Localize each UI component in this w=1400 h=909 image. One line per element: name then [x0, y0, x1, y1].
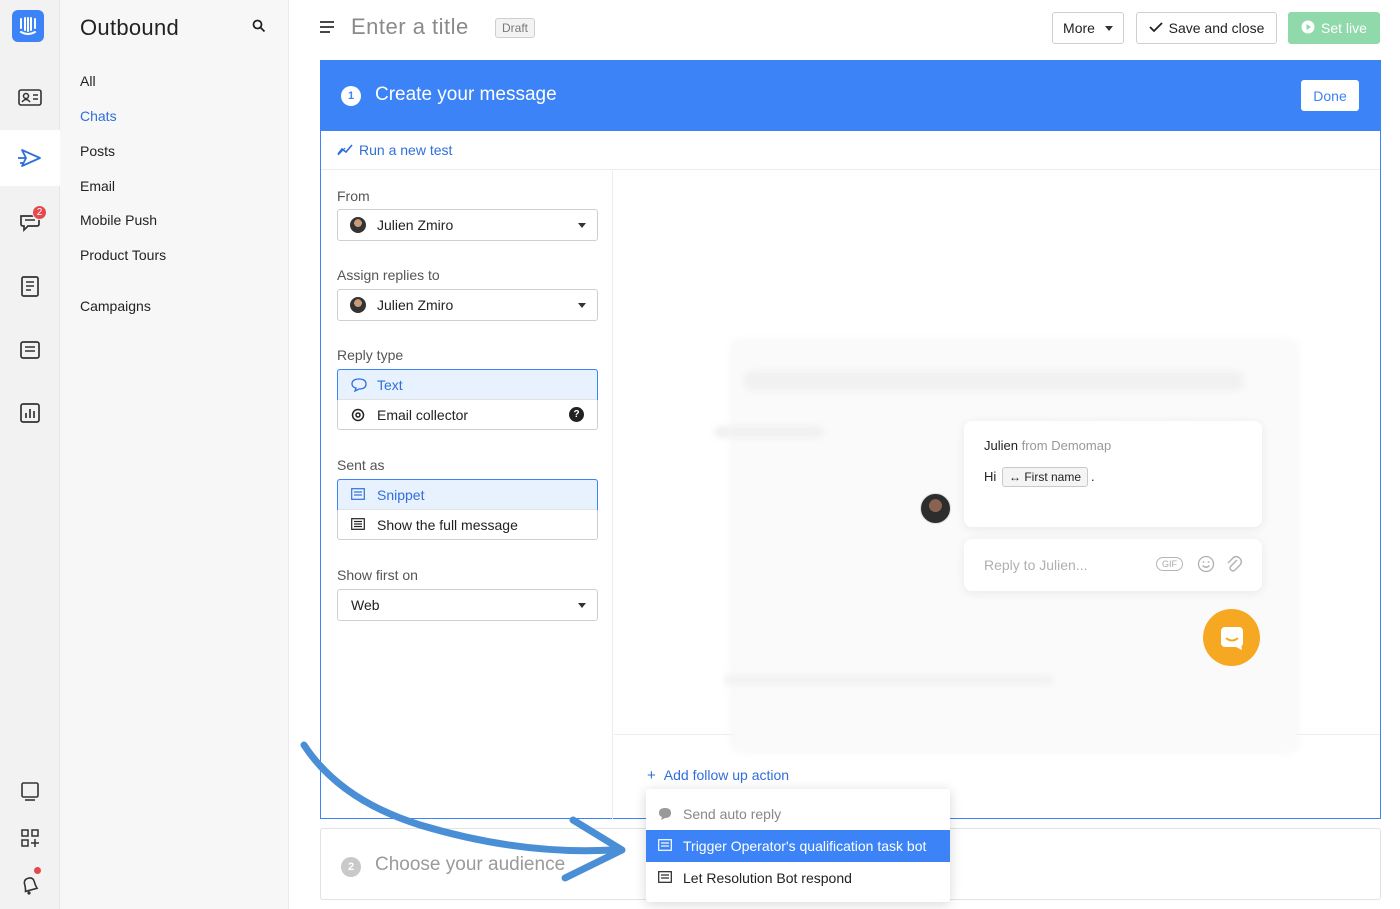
contacts-icon[interactable] [0, 69, 60, 125]
editor-header: Enter a title Draft More Save and close … [290, 0, 1400, 55]
avatar [350, 217, 366, 233]
reply-type-email[interactable]: Email collector ? [338, 399, 597, 429]
nav-email[interactable]: Email [80, 178, 115, 194]
outbound-nav: Outbound All Chats Posts Email Mobile Pu… [60, 0, 289, 909]
chevron-down-icon [1104, 25, 1113, 31]
reply-type-group: Text Email collector ? [337, 369, 598, 430]
card-header: 1 Create your message Done [321, 61, 1380, 131]
nav-campaigns[interactable]: Campaigns [80, 298, 151, 314]
caret-down-icon [578, 603, 586, 608]
step-number: 2 [341, 857, 361, 877]
search-icon[interactable] [252, 19, 266, 36]
sent-as-label: Sent as [337, 457, 385, 473]
bot-task-icon [658, 839, 672, 851]
reply-type-text[interactable]: Text [337, 369, 598, 400]
card-title: Create your message [375, 84, 557, 105]
nav-all[interactable]: All [80, 73, 96, 89]
avatar [920, 493, 951, 524]
reply-composer: Reply to Julien... GIF [964, 539, 1262, 591]
sender-line: Julien from Demomap [984, 438, 1112, 453]
chat-message-card: Julien from Demomap Hi ↔ First name . [964, 421, 1262, 527]
notification-dot [34, 867, 41, 874]
greeting: Hi [984, 469, 997, 484]
speech-bubble-icon [351, 378, 367, 392]
attribute-icon: ↔ [1009, 470, 1021, 484]
title-input[interactable]: Enter a title [351, 14, 469, 40]
message-punctuation: . [1091, 469, 1095, 484]
from-select[interactable]: Julien Zmiro [337, 209, 598, 241]
emoji-icon[interactable] [1197, 555, 1215, 576]
snippet-icon [351, 488, 365, 500]
nav-chats[interactable]: Chats [80, 108, 117, 124]
caret-down-icon [578, 223, 586, 228]
save-close-label: Save and close [1168, 20, 1265, 36]
menu-icon[interactable] [320, 20, 334, 36]
resolution-bot-icon [658, 871, 672, 883]
play-icon [1301, 20, 1315, 37]
reply-input[interactable]: Reply to Julien... [984, 557, 1088, 573]
check-icon [1148, 20, 1163, 36]
sent-as-snippet[interactable]: Snippet [337, 479, 598, 510]
icon-rail: 2 [0, 0, 60, 909]
step-number: 1 [341, 86, 361, 106]
sent-as-full[interactable]: Show the full message [338, 509, 597, 539]
test-row: Run a new test [321, 131, 1380, 170]
outbound-icon[interactable] [0, 130, 60, 186]
add-followup-link[interactable]: + Add follow up action [647, 767, 789, 784]
avatar [350, 297, 366, 313]
assign-select[interactable]: Julien Zmiro [337, 289, 598, 321]
set-live-label: Set live [1321, 20, 1367, 36]
save-close-button[interactable]: Save and close [1136, 12, 1277, 44]
gif-button[interactable]: GIF [1156, 557, 1183, 571]
run-test-link[interactable]: Run a new test [359, 142, 452, 158]
more-button[interactable]: More [1052, 12, 1124, 44]
preview-blur-bar [744, 371, 1244, 391]
menu-item-send-auto-reply[interactable]: Send auto reply [646, 798, 950, 830]
assign-value: Julien Zmiro [377, 297, 454, 313]
reports-icon[interactable] [0, 385, 60, 441]
from-label: From [337, 188, 370, 204]
messages-icon[interactable] [0, 322, 60, 378]
logo-icon[interactable] [12, 10, 44, 42]
nav-mobile-push[interactable]: Mobile Push [80, 212, 157, 228]
more-label: More [1063, 20, 1095, 36]
attribute-chip[interactable]: ↔ First name [1002, 467, 1089, 487]
articles-icon[interactable] [0, 258, 60, 314]
audience-title: Choose your audience [375, 854, 566, 875]
at-icon [351, 408, 365, 422]
show-first-select[interactable]: Web [337, 589, 598, 621]
full-message-icon [351, 518, 365, 530]
done-button[interactable]: Done [1301, 80, 1359, 111]
followup-action-menu: Send auto reply Trigger Operator's quali… [646, 789, 950, 902]
menu-item-trigger-operator-bot[interactable]: Trigger Operator's qualification task bo… [646, 830, 950, 862]
help-icon[interactable]: ? [569, 407, 584, 422]
from-value: Julien Zmiro [377, 217, 454, 233]
show-first-label: Show first on [337, 567, 418, 583]
assign-label: Assign replies to [337, 267, 440, 283]
chat-icon [1220, 626, 1243, 650]
set-live-button[interactable]: Set live [1288, 12, 1380, 44]
section-title: Outbound [80, 15, 180, 40]
plus-icon: + [647, 767, 656, 784]
nav-posts[interactable]: Posts [80, 143, 115, 159]
preview-blur-bar [724, 676, 1054, 684]
menu-item-resolution-bot[interactable]: Let Resolution Bot respond [646, 862, 950, 894]
notification-badge: 2 [32, 205, 47, 220]
preview-blur-bar [714, 426, 824, 438]
sent-as-group: Snippet Show the full message [337, 479, 598, 540]
caret-down-icon [578, 303, 586, 308]
reply-type-label: Reply type [337, 347, 404, 363]
show-first-value: Web [351, 597, 380, 613]
message-settings: From Julien Zmiro Assign replies to Juli… [321, 171, 613, 819]
speech-bubble-icon [659, 808, 671, 820]
messenger-launcher[interactable] [1203, 609, 1260, 666]
status-badge: Draft [495, 18, 536, 38]
attachment-icon[interactable] [1226, 555, 1243, 576]
inbox-icon[interactable]: 2 [0, 194, 60, 250]
nav-product-tours[interactable]: Product Tours [80, 247, 166, 263]
notifications-icon[interactable] [0, 857, 60, 909]
